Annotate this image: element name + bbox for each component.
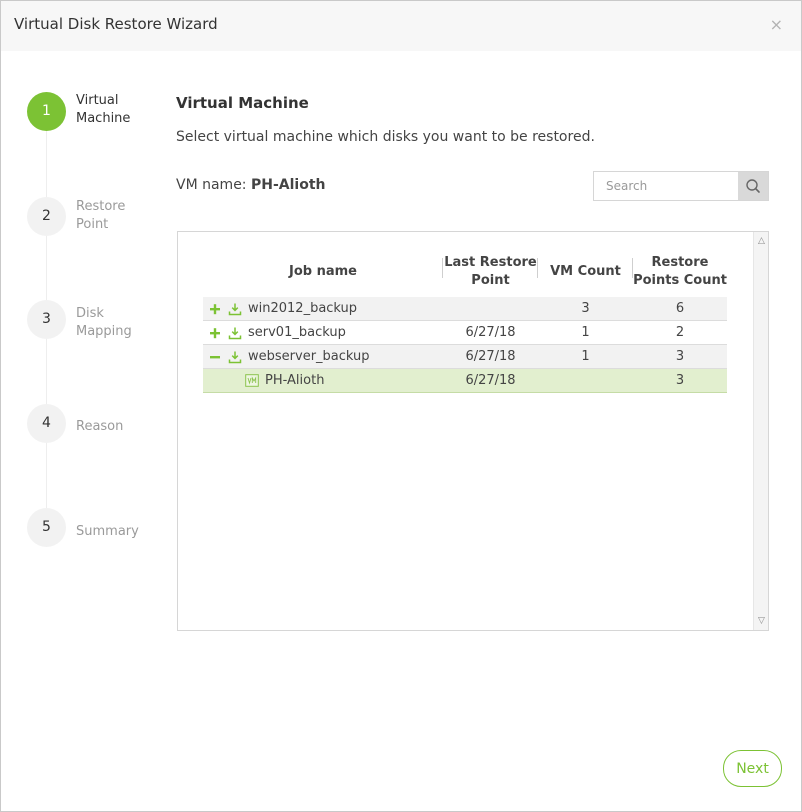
vm-name-label: VM name: [176, 177, 247, 193]
section-description: Select virtual machine which disks you w… [176, 129, 595, 145]
expand-plus-icon[interactable] [209, 327, 221, 339]
window-title: Virtual Disk Restore Wizard [14, 15, 218, 33]
vm-count-cell: 1 [581, 349, 590, 364]
search-input[interactable] [594, 172, 740, 200]
search-icon [746, 179, 760, 193]
step-label: Restore Point [76, 199, 126, 232]
step-number: 1 [27, 92, 66, 131]
search-box [593, 171, 769, 201]
virtual-machine-icon [245, 374, 259, 387]
table-row[interactable]: serv01_backup 6/27/18 1 2 [203, 321, 727, 345]
table-row-selected-vm[interactable]: PH-Alioth 6/27/18 3 [203, 369, 727, 393]
section-title: Virtual Machine [176, 94, 309, 112]
step-number: 4 [27, 404, 66, 443]
job-name-cell: serv01_backup [248, 325, 346, 340]
table-row[interactable]: webserver_backup 6/27/18 1 3 [203, 345, 727, 369]
restore-points-count-cell: 2 [675, 325, 685, 340]
step-label: Summary [76, 524, 139, 539]
vm-count-cell: 1 [581, 325, 590, 340]
scroll-up-icon[interactable]: △ [754, 234, 769, 248]
table-row[interactable]: win2012_backup 3 6 [203, 297, 727, 321]
vm-name-line: VM name: PH-Alioth [176, 177, 325, 193]
vertical-scrollbar[interactable]: △ ▽ [753, 232, 768, 630]
job-name-cell: webserver_backup [248, 349, 370, 364]
backup-job-icon [228, 327, 242, 340]
restore-points-count-cell: 3 [675, 373, 685, 388]
step-label: Reason [76, 419, 124, 434]
close-icon[interactable]: × [770, 15, 783, 35]
vm-count-cell: 3 [581, 301, 590, 316]
column-header-vm-count[interactable]: VM Count [538, 252, 633, 292]
column-header-last-restore-point[interactable]: Last Restore Point [443, 252, 538, 292]
restore-points-count-cell: 3 [675, 349, 685, 364]
last-restore-point-cell [443, 297, 538, 321]
backup-job-icon [228, 303, 242, 316]
step-label: Disk Mapping [76, 306, 132, 339]
next-button[interactable]: Next [723, 750, 782, 787]
restore-points-count-cell: 6 [675, 301, 685, 316]
expand-plus-icon[interactable] [209, 303, 221, 315]
column-header-restore-points-count[interactable]: Restore Points Count [633, 252, 727, 292]
step-label: Virtual Machine [76, 93, 131, 126]
step-number: 5 [27, 508, 66, 547]
last-restore-point-cell: 6/27/18 [465, 373, 516, 388]
column-header-job-name[interactable]: Job name [203, 252, 443, 292]
wizard-dialog: Virtual Disk Restore Wizard × 1 Virtual … [0, 0, 802, 812]
last-restore-point-cell: 6/27/18 [465, 349, 516, 364]
last-restore-point-cell: 6/27/18 [465, 325, 516, 340]
jobs-table: Job name Last Restore Point VM Count Res… [177, 231, 769, 631]
search-button[interactable] [738, 172, 768, 200]
titlebar: Virtual Disk Restore Wizard × [1, 1, 801, 51]
step-number: 3 [27, 300, 66, 339]
collapse-minus-icon[interactable] [209, 351, 221, 363]
backup-job-icon [228, 351, 242, 364]
step-number: 2 [27, 197, 66, 236]
scroll-down-icon[interactable]: ▽ [754, 614, 769, 628]
vm-name-value: PH-Alioth [250, 177, 326, 193]
job-name-cell: win2012_backup [248, 301, 358, 316]
vm-name-cell: PH-Alioth [265, 373, 325, 388]
vm-count-cell [538, 369, 633, 393]
